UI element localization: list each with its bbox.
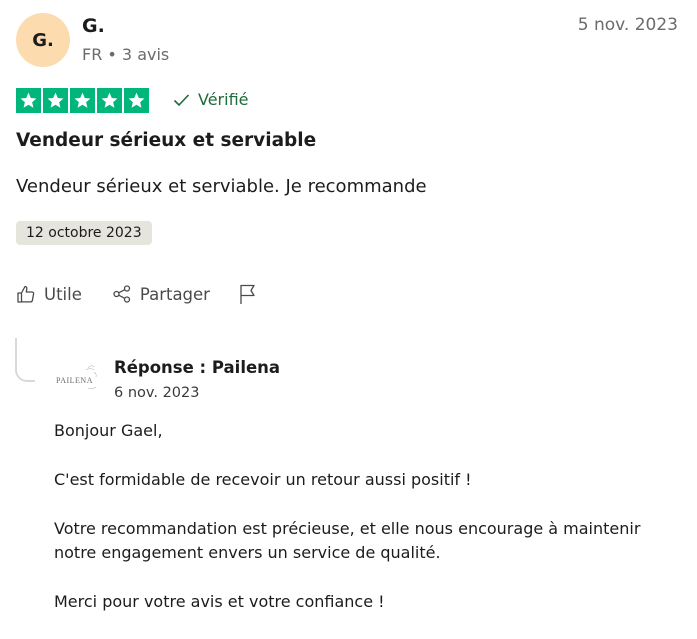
- review-title[interactable]: Vendeur sérieux et serviable: [16, 130, 316, 151]
- star-rating: [16, 88, 149, 113]
- report-button[interactable]: [238, 283, 258, 305]
- reply-paragraph: C'est formidable de recevoir un retour a…: [54, 470, 472, 489]
- flag-icon: [240, 284, 255, 304]
- star-icon: [16, 88, 41, 113]
- review-actions: Utile Partager: [16, 283, 258, 305]
- star-icon: [124, 88, 149, 113]
- check-icon: [173, 93, 190, 106]
- reply-paragraph: Bonjour Gael,: [54, 421, 163, 440]
- company-logo-text: PAILENA: [56, 376, 93, 385]
- company-logo: PAILENA: [52, 360, 104, 400]
- review-date: 5 nov. 2023: [577, 15, 678, 35]
- reply-connector: [15, 338, 35, 382]
- share-icon: [113, 285, 131, 303]
- star-icon: [70, 88, 95, 113]
- review-text: Vendeur sérieux et serviable. Je recomma…: [16, 176, 427, 197]
- share-button[interactable]: Partager: [112, 284, 210, 304]
- experience-date-badge: 12 octobre 2023: [16, 221, 152, 245]
- reply-paragraph: Merci pour votre avis et votre confiance…: [54, 592, 385, 611]
- useful-label: Utile: [44, 284, 82, 304]
- reply-paragraph: Votre recommandation est précieuse, et e…: [54, 519, 641, 562]
- verified-label: Vérifié: [198, 90, 249, 109]
- avatar[interactable]: G.: [16, 13, 70, 67]
- useful-button[interactable]: Utile: [16, 284, 82, 304]
- reply-company: Réponse : Pailena: [114, 358, 281, 377]
- star-icon: [97, 88, 122, 113]
- reply-body: Bonjour Gael, C'est formidable de recevo…: [54, 419, 664, 639]
- thumbs-up-icon: [17, 285, 35, 303]
- share-label: Partager: [139, 284, 210, 304]
- verified-badge[interactable]: Vérifié: [173, 90, 249, 109]
- star-icon: [43, 88, 68, 113]
- reply-date: 6 nov. 2023: [114, 385, 200, 401]
- reviewer-name[interactable]: G.: [82, 15, 105, 37]
- reviewer-meta: FR • 3 avis: [82, 45, 170, 64]
